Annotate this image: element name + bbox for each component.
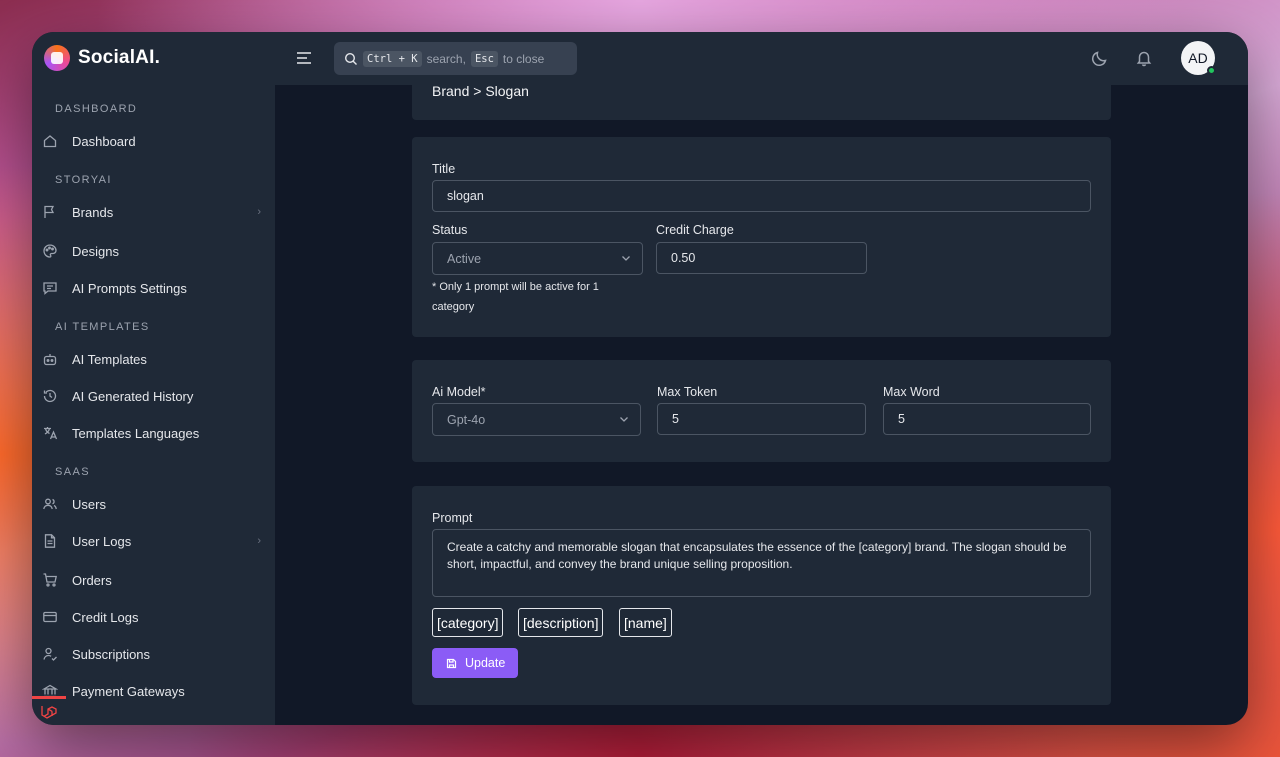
section-dashboard: DASHBOARD <box>55 103 138 115</box>
ai-model-select[interactable]: Gpt-4o <box>432 403 641 436</box>
max-token-label: Max Token <box>657 385 718 399</box>
app-window: SocialAI. DASHBOARD Dashboard STORYAI Br… <box>32 32 1248 725</box>
sidebar-item-label: Credit Logs <box>72 609 139 625</box>
credit-card-icon <box>42 609 58 625</box>
bell-icon[interactable] <box>1135 49 1153 72</box>
model-settings-card: Ai Model* Gpt-4o Max Token 5 Max Word 5 <box>412 360 1111 462</box>
chevron-down-icon <box>618 413 630 428</box>
title-input[interactable]: slogan <box>432 180 1091 212</box>
section-saas: SAAS <box>55 466 90 478</box>
user-check-icon <box>42 646 58 662</box>
max-word-label: Max Word <box>883 385 940 399</box>
translate-icon <box>42 425 58 441</box>
title-value: slogan <box>447 189 484 203</box>
robot-icon <box>42 351 58 367</box>
max-token-input[interactable]: 5 <box>657 403 866 435</box>
credit-charge-value: 0.50 <box>671 251 696 265</box>
sidebar-item-user-logs[interactable]: User Logs › <box>32 526 275 556</box>
status-note: * Only 1 prompt will be active for 1 cat… <box>432 277 599 317</box>
sidebar-item-label: Dashboard <box>72 133 136 149</box>
sidebar-item-payment-gateways[interactable]: Payment Gateways <box>32 676 275 706</box>
flag-icon <box>42 204 58 220</box>
prompt-label: Prompt <box>432 511 473 525</box>
topbar: Ctrl + K search, Esc to close AD <box>275 32 1248 85</box>
history-icon <box>42 388 58 404</box>
max-token-value: 5 <box>672 412 679 426</box>
search-icon <box>344 52 358 66</box>
sidebar-item-subscriptions[interactable]: Subscriptions <box>32 639 275 669</box>
palette-icon <box>42 243 58 259</box>
prompt-textarea[interactable]: Create a catchy and memorable slogan tha… <box>432 529 1091 597</box>
status-note-line: category <box>432 301 475 313</box>
message-icon <box>42 280 58 296</box>
menu-toggle-icon[interactable] <box>295 49 313 72</box>
file-text-icon <box>42 533 58 549</box>
breadcrumb-card: Brand > Slogan <box>412 83 1111 120</box>
status-value: Active <box>447 251 482 266</box>
update-button[interactable]: Update <box>432 648 518 678</box>
search-hint-text: search, <box>426 51 466 66</box>
sidebar: SocialAI. DASHBOARD Dashboard STORYAI Br… <box>32 32 275 725</box>
general-settings-card: Title slogan Status Active Credit Charge… <box>412 137 1111 337</box>
sidebar-item-users[interactable]: Users <box>32 489 275 519</box>
sidebar-item-ai-templates[interactable]: AI Templates <box>32 344 275 374</box>
logo-icon <box>44 45 70 71</box>
placeholder-tag-name[interactable]: [name] <box>619 608 672 637</box>
ai-model-label: Ai Model* <box>432 385 486 399</box>
update-button-label: Update <box>465 656 506 670</box>
section-storyai: STORYAI <box>55 174 112 186</box>
sidebar-item-label: AI Generated History <box>72 388 194 404</box>
sidebar-item-ai-prompts-settings[interactable]: AI Prompts Settings <box>32 273 275 303</box>
search-bar[interactable]: Ctrl + K search, Esc to close <box>334 42 577 75</box>
sidebar-item-label: AI Prompts Settings <box>72 280 187 296</box>
app-name: SocialAI. <box>78 47 161 68</box>
sidebar-item-templates-languages[interactable]: Templates Languages <box>32 418 275 448</box>
placeholder-tag-category[interactable]: [category] <box>432 608 504 637</box>
online-status-dot <box>1207 66 1216 75</box>
sidebar-item-label: Payment Gateways <box>72 683 185 699</box>
prompt-card: Prompt Create a catchy and memorable slo… <box>412 486 1111 705</box>
search-close-hint: to close <box>502 51 545 66</box>
cart-icon <box>42 572 58 588</box>
sidebar-item-label: AI Templates <box>72 351 147 367</box>
shortcut-key: Ctrl + K <box>363 50 422 67</box>
laravel-icon[interactable] <box>32 696 66 725</box>
sidebar-item-designs[interactable]: Designs <box>32 236 275 266</box>
placeholder-tag-description[interactable]: [description] <box>518 608 604 637</box>
sidebar-item-dashboard[interactable]: Dashboard <box>32 126 275 156</box>
moon-icon[interactable] <box>1091 49 1109 72</box>
sidebar-item-label: Subscriptions <box>72 646 151 662</box>
sidebar-item-orders[interactable]: Orders <box>32 565 275 595</box>
home-icon <box>42 133 58 149</box>
breadcrumb: Brand > Slogan <box>432 83 529 99</box>
sidebar-item-ai-generated-history[interactable]: AI Generated History <box>32 381 275 411</box>
sidebar-item-brands[interactable]: Brands › <box>32 197 275 227</box>
sidebar-item-label: Orders <box>72 572 112 588</box>
escape-key: Esc <box>470 50 498 67</box>
users-icon <box>42 496 58 512</box>
credit-charge-label: Credit Charge <box>656 223 734 237</box>
sidebar-item-label: Designs <box>72 243 119 259</box>
credit-charge-input[interactable]: 0.50 <box>656 242 867 274</box>
sidebar-item-credit-logs[interactable]: Credit Logs <box>32 602 275 632</box>
sidebar-item-label: User Logs <box>72 533 132 549</box>
ai-model-value: Gpt-4o <box>447 412 486 427</box>
avatar[interactable]: AD <box>1181 41 1216 75</box>
status-select[interactable]: Active <box>432 242 643 275</box>
chevron-right-icon: › <box>257 206 261 218</box>
title-label: Title <box>432 162 456 176</box>
sidebar-item-label: Brands <box>72 204 114 220</box>
app-logo[interactable]: SocialAI. <box>44 45 160 71</box>
sidebar-item-label: Users <box>72 496 106 512</box>
max-word-value: 5 <box>898 412 905 426</box>
section-ai-templates: AI TEMPLATES <box>55 321 150 333</box>
chevron-right-icon: › <box>257 535 261 547</box>
status-label: Status <box>432 223 468 237</box>
status-note-line: * Only 1 prompt will be active for 1 <box>432 281 599 293</box>
max-word-input[interactable]: 5 <box>883 403 1091 435</box>
sidebar-item-label: Templates Languages <box>72 425 200 441</box>
avatar-initials: AD <box>1188 50 1208 66</box>
save-icon <box>446 658 457 669</box>
chevron-down-icon <box>620 252 632 267</box>
